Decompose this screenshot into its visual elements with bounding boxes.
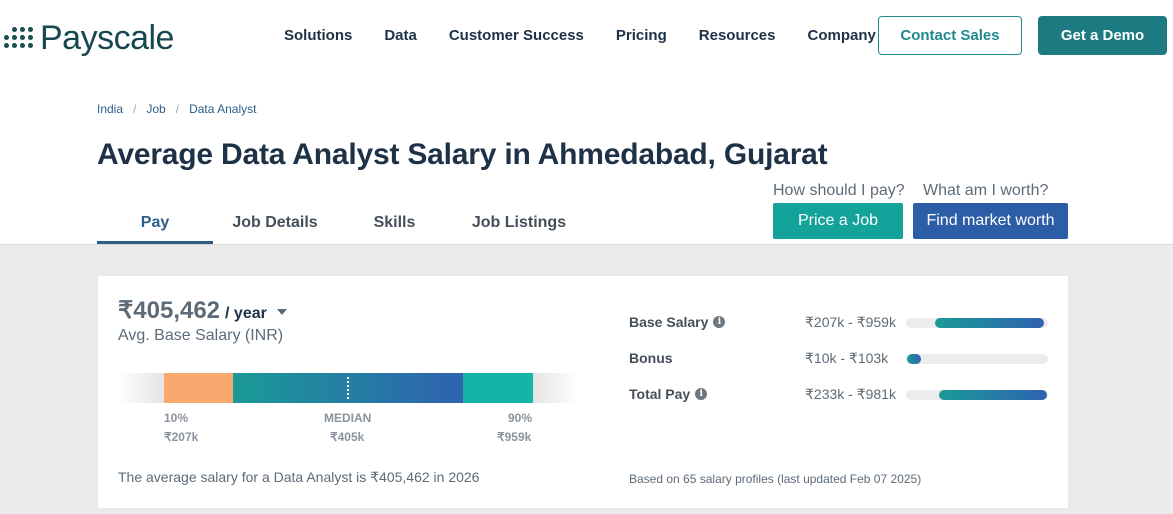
pay-question-label: How should I pay? bbox=[773, 182, 905, 199]
salary-period[interactable]: / year bbox=[225, 305, 267, 323]
pay-row-label: Total Pay bbox=[629, 386, 691, 402]
pay-row-label: Bonus bbox=[629, 350, 673, 366]
data-basis-note: Based on 65 salary profiles (last update… bbox=[629, 472, 922, 486]
p90-percent-label: 90% bbox=[508, 411, 533, 425]
price-a-job-button[interactable]: Price a Job bbox=[773, 203, 903, 239]
salary-headline: ₹405,462 / year bbox=[118, 296, 287, 325]
average-salary-amount: ₹405,462 bbox=[118, 297, 221, 324]
median-label: MEDIAN bbox=[324, 411, 372, 425]
payscale-logo[interactable]: Payscale bbox=[4, 18, 174, 58]
menu-resources[interactable]: Resources bbox=[699, 27, 776, 44]
bar-fade-right bbox=[533, 373, 578, 403]
logo-dots-icon bbox=[4, 27, 34, 49]
breadcrumb-separator: / bbox=[175, 102, 180, 116]
top-nav: Payscale Solutions Data Customer Success… bbox=[0, 0, 1173, 76]
salary-summary-text: The average salary for a Data Analyst is… bbox=[118, 469, 480, 485]
main-menu: Solutions Data Customer Success Pricing … bbox=[284, 27, 908, 44]
range-track bbox=[906, 354, 1048, 364]
bar-segment-10th bbox=[164, 373, 233, 403]
menu-data[interactable]: Data bbox=[384, 27, 417, 44]
range-track bbox=[906, 390, 1048, 400]
breadcrumb-data-analyst[interactable]: Data Analyst bbox=[189, 102, 256, 116]
bar-fade-left bbox=[118, 373, 164, 403]
range-fill bbox=[939, 390, 1047, 400]
menu-customer-success[interactable]: Customer Success bbox=[449, 27, 584, 44]
p90-value-label: ₹959k bbox=[497, 430, 532, 444]
tab-bar: Pay Job Details Skills Job Listings bbox=[97, 206, 586, 244]
pay-row-total-pay: Total Pay i ₹233k - ₹981k bbox=[629, 384, 1049, 404]
salary-subtitle: Avg. Base Salary (INR) bbox=[118, 327, 284, 344]
find-market-worth-button[interactable]: Find market worth bbox=[913, 203, 1068, 239]
info-icon[interactable]: i bbox=[713, 316, 726, 328]
p10-percent-label: 10% bbox=[164, 411, 189, 425]
pay-row-range: ₹207k - ₹959k bbox=[805, 314, 896, 330]
range-track bbox=[906, 318, 1048, 328]
p10-value-label: ₹207k bbox=[164, 430, 199, 444]
pay-row-range: ₹233k - ₹981k bbox=[805, 386, 896, 402]
brand-name: Payscale bbox=[40, 18, 174, 57]
info-icon[interactable]: i bbox=[695, 388, 708, 400]
worth-question-label: What am I worth? bbox=[923, 182, 1049, 199]
range-fill bbox=[907, 354, 921, 364]
pay-row-base-salary: Base Salary i ₹207k - ₹959k bbox=[629, 312, 1049, 332]
menu-company[interactable]: Company bbox=[807, 27, 875, 44]
pay-row-bonus: Bonus ₹10k - ₹103k bbox=[629, 348, 1049, 368]
bar-segment-90th bbox=[463, 373, 533, 403]
median-marker bbox=[347, 377, 349, 399]
menu-solutions[interactable]: Solutions bbox=[284, 27, 352, 44]
pay-row-range: ₹10k - ₹103k bbox=[805, 350, 889, 366]
chevron-down-icon[interactable] bbox=[276, 309, 287, 315]
tab-pay[interactable]: Pay bbox=[97, 206, 213, 244]
get-demo-button[interactable]: Get a Demo bbox=[1038, 16, 1167, 55]
median-value-label: ₹405k bbox=[330, 430, 365, 444]
menu-pricing[interactable]: Pricing bbox=[616, 27, 667, 44]
range-fill bbox=[935, 318, 1044, 328]
breadcrumb-job[interactable]: Job bbox=[146, 102, 165, 116]
tab-job-details[interactable]: Job Details bbox=[213, 206, 337, 244]
salary-card: ₹405,462 / year Avg. Base Salary (INR) 1… bbox=[98, 276, 1068, 508]
salary-distribution-bar bbox=[118, 373, 578, 403]
page-title: Average Data Analyst Salary in Ahmedabad… bbox=[97, 138, 828, 171]
breadcrumb: India / Job / Data Analyst bbox=[97, 102, 256, 116]
contact-sales-button[interactable]: Contact Sales bbox=[878, 16, 1022, 55]
breadcrumb-separator: / bbox=[133, 102, 137, 116]
tab-job-listings[interactable]: Job Listings bbox=[452, 206, 586, 244]
pay-row-label: Base Salary bbox=[629, 314, 709, 330]
breadcrumb-india[interactable]: India bbox=[97, 102, 123, 116]
tab-skills[interactable]: Skills bbox=[337, 206, 452, 244]
